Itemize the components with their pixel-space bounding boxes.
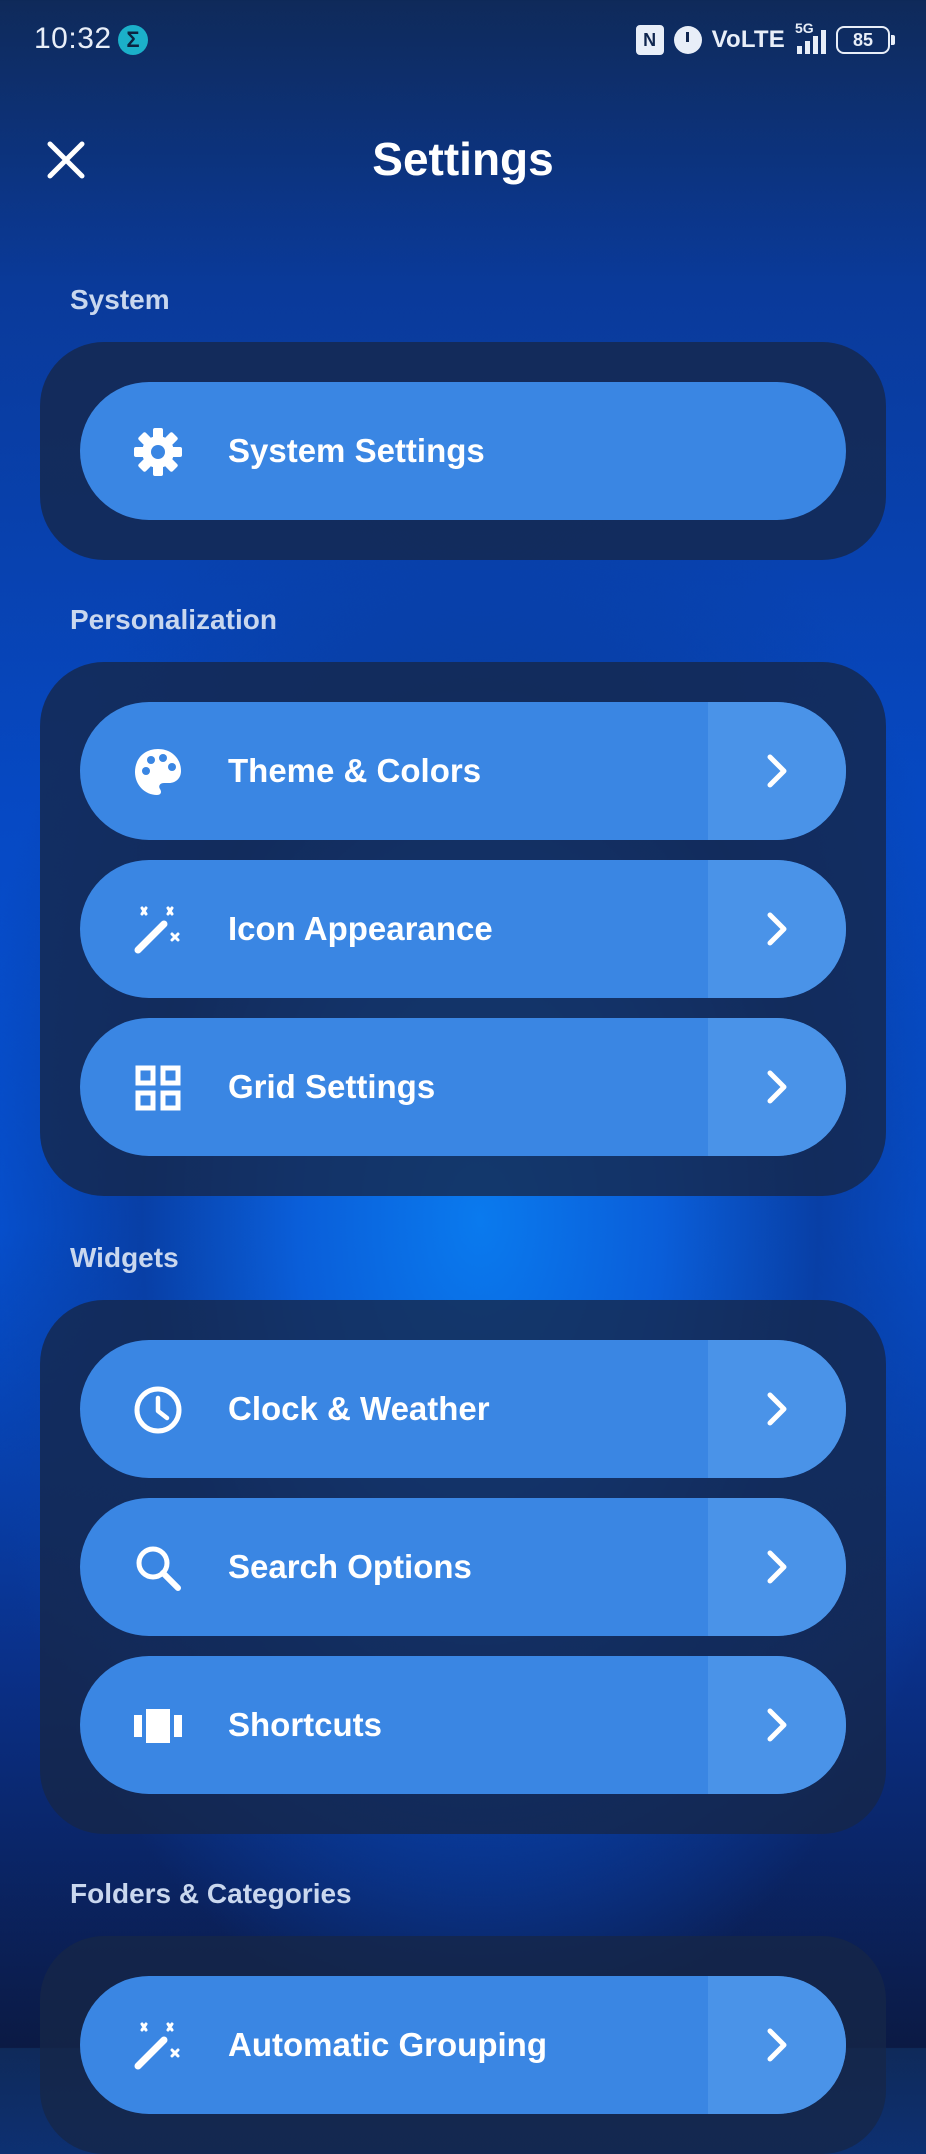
- system-settings-item[interactable]: System Settings: [80, 382, 846, 520]
- group-widgets: Clock & Weather Search Options Shortcuts: [40, 1300, 886, 1834]
- group-personalization: Theme & Colors Icon Appearance Grid Sett…: [40, 662, 886, 1196]
- chevron-right-icon: [708, 1340, 846, 1478]
- chevron-right-icon: [708, 860, 846, 998]
- network-type: 5G: [795, 20, 814, 36]
- status-bar: 10:32 Σ N VoLTE 5G 85: [0, 0, 926, 80]
- clock-icon: [132, 1384, 184, 1436]
- chevron-right-icon: [708, 702, 846, 840]
- icon-appearance-item[interactable]: Icon Appearance: [80, 860, 846, 998]
- item-label: Search Options: [228, 1548, 472, 1585]
- signal-icon: 5G: [795, 20, 826, 54]
- volte-label: VoLTE: [711, 26, 785, 53]
- group-system: System Settings: [40, 342, 886, 560]
- group-folders: Automatic Grouping: [40, 1936, 886, 2154]
- item-label: Automatic Grouping: [228, 2026, 547, 2063]
- status-time: 10:32: [34, 22, 112, 55]
- magic-wand-icon: [132, 2020, 184, 2072]
- clock-weather-item[interactable]: Clock & Weather: [80, 1340, 846, 1478]
- chevron-right-icon: [708, 1018, 846, 1156]
- automatic-grouping-item[interactable]: Automatic Grouping: [80, 1976, 846, 2114]
- chevron-right-icon: [708, 1656, 846, 1794]
- chevron-right-icon: [708, 1498, 846, 1636]
- grid-settings-item[interactable]: Grid Settings: [80, 1018, 846, 1156]
- gear-icon: [132, 426, 184, 478]
- item-label: Grid Settings: [228, 1068, 436, 1105]
- battery-icon: 85: [836, 26, 895, 54]
- section-label-personalization: Personalization: [70, 604, 277, 635]
- search-icon: [132, 1542, 184, 1594]
- item-label: Shortcuts: [228, 1706, 383, 1743]
- page-title: Settings: [372, 133, 554, 185]
- sigma-app-icon: Σ: [118, 25, 148, 55]
- section-label-widgets: Widgets: [70, 1242, 179, 1273]
- section-label-system: System: [70, 284, 170, 315]
- shortcuts-icon: [132, 1700, 184, 1752]
- grid-icon: [132, 1062, 184, 1114]
- magic-wand-icon: [132, 904, 184, 956]
- palette-icon: [132, 746, 184, 798]
- header: Settings: [0, 120, 926, 200]
- nfc-icon: N: [635, 25, 664, 55]
- item-label: System Settings: [228, 432, 485, 469]
- shortcuts-item[interactable]: Shortcuts: [80, 1656, 846, 1794]
- section-label-folders: Folders & Categories: [70, 1878, 352, 1909]
- search-options-item[interactable]: Search Options: [80, 1498, 846, 1636]
- item-label: Theme & Colors: [228, 752, 482, 789]
- alarm-icon: [673, 26, 702, 54]
- item-label: Icon Appearance: [228, 910, 493, 947]
- theme-colors-item[interactable]: Theme & Colors: [80, 702, 846, 840]
- status-icons: N VoLTE 5G 85: [635, 20, 895, 58]
- chevron-right-icon: [708, 1976, 846, 2114]
- item-label: Clock & Weather: [228, 1390, 490, 1427]
